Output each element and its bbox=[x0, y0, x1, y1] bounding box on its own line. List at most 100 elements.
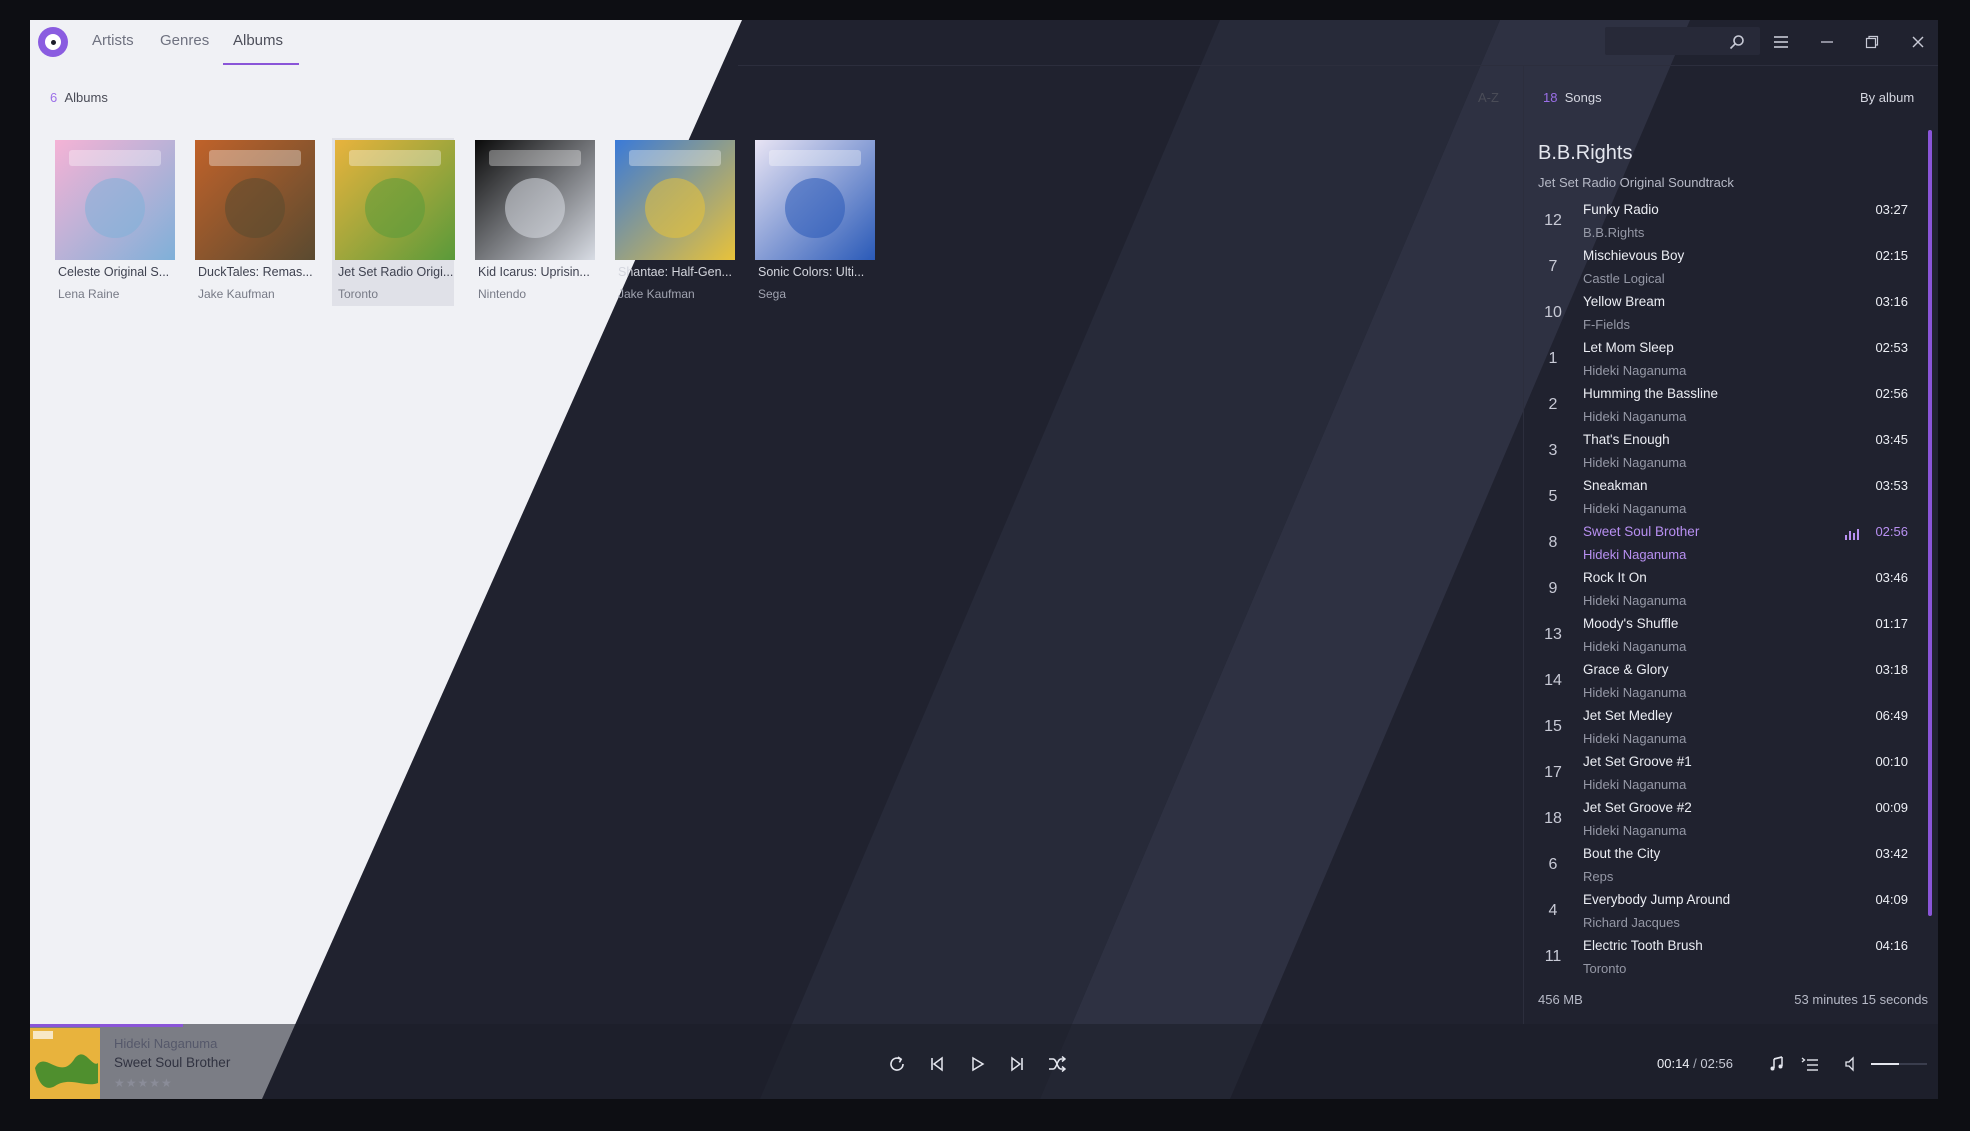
song-row[interactable]: 6 Bout the City Reps 03:42 bbox=[1523, 844, 1938, 890]
song-title: Yellow Bream bbox=[1583, 294, 1666, 309]
song-row[interactable]: 18 Jet Set Groove #2 Hideki Naganuma 00:09 bbox=[1523, 798, 1938, 844]
albums-sort-toggle[interactable]: A-Z bbox=[1478, 90, 1499, 105]
album-title: Kid Icarus: Uprisin... bbox=[478, 265, 590, 279]
search-icon[interactable] bbox=[1727, 32, 1747, 52]
playback-progress-bar[interactable] bbox=[30, 1024, 183, 1027]
song-title: Jet Set Groove #1 bbox=[1583, 754, 1692, 769]
song-duration: 03:27 bbox=[1875, 202, 1908, 217]
song-row[interactable]: 1 Let Mom Sleep Hideki Naganuma 02:53 bbox=[1523, 338, 1938, 384]
album-art bbox=[615, 140, 735, 260]
album-card[interactable]: DuckTales: Remas... Jake Kaufman bbox=[192, 138, 315, 306]
album-art bbox=[475, 140, 595, 260]
song-duration: 06:49 bbox=[1875, 708, 1908, 723]
volume-icon[interactable] bbox=[1840, 1052, 1864, 1076]
album-artist: Jake Kaufman bbox=[198, 287, 275, 301]
music-note-icon[interactable] bbox=[1765, 1052, 1789, 1076]
albums-count-number: 6 bbox=[50, 90, 58, 105]
previous-icon[interactable] bbox=[925, 1052, 949, 1076]
song-row[interactable]: 7 Mischievous Boy Castle Logical 02:15 bbox=[1523, 246, 1938, 292]
song-row[interactable]: 5 Sneakman Hideki Naganuma 03:53 bbox=[1523, 476, 1938, 522]
song-artist: Reps bbox=[1583, 869, 1614, 884]
album-artist: Jake Kaufman bbox=[618, 287, 695, 301]
close-icon[interactable] bbox=[1908, 32, 1928, 52]
repeat-icon[interactable] bbox=[885, 1052, 909, 1076]
song-duration: 03:45 bbox=[1875, 432, 1908, 447]
song-duration: 03:16 bbox=[1875, 294, 1908, 309]
next-icon[interactable] bbox=[1005, 1052, 1029, 1076]
song-title: Funky Radio bbox=[1583, 202, 1659, 217]
active-tab-indicator bbox=[223, 63, 299, 65]
track-number: 14 bbox=[1544, 672, 1562, 689]
song-artist: B.B.Rights bbox=[1583, 225, 1645, 240]
song-title: Jet Set Medley bbox=[1583, 708, 1673, 723]
album-title: Celeste Original S... bbox=[58, 265, 170, 279]
library-size: 456 MB bbox=[1538, 992, 1583, 1007]
track-number: 10 bbox=[1544, 304, 1562, 321]
song-duration: 03:18 bbox=[1875, 662, 1908, 677]
queue-icon[interactable] bbox=[1798, 1052, 1822, 1076]
album-card[interactable]: Sonic Colors: Ulti... Sega bbox=[752, 138, 875, 306]
album-title: Shantae: Half-Gen... bbox=[618, 265, 732, 279]
song-artist: Toronto bbox=[1583, 961, 1627, 976]
track-number: 18 bbox=[1544, 810, 1562, 827]
song-row[interactable]: 11 Electric Tooth Brush Toronto 04:16 bbox=[1523, 936, 1938, 982]
song-artist: Hideki Naganuma bbox=[1583, 409, 1687, 424]
songs-count-label: Songs bbox=[1564, 90, 1602, 105]
albums-count-label: Albums bbox=[64, 90, 108, 105]
songs-sort-toggle[interactable]: By album bbox=[1860, 90, 1914, 105]
song-artist: Castle Logical bbox=[1583, 271, 1665, 286]
album-title: Sonic Colors: Ulti... bbox=[758, 265, 865, 279]
song-row[interactable]: 9 Rock It On Hideki Naganuma 03:46 bbox=[1523, 568, 1938, 614]
track-number: 15 bbox=[1544, 718, 1562, 735]
song-duration: 02:53 bbox=[1875, 340, 1908, 355]
song-row[interactable]: 10 Yellow Bream F-Fields 03:16 bbox=[1523, 292, 1938, 338]
track-number: 2 bbox=[1548, 396, 1558, 413]
song-row-playing[interactable]: 8 Sweet Soul Brother Hideki Naganuma 02:56 bbox=[1523, 522, 1938, 568]
song-row[interactable]: 14 Grace & Glory Hideki Naganuma 03:18 bbox=[1523, 660, 1938, 706]
album-card[interactable]: Shantae: Half-Gen... Jake Kaufman bbox=[612, 138, 735, 306]
album-artist: Toronto bbox=[338, 287, 379, 301]
song-artist: Richard Jacques bbox=[1583, 915, 1680, 930]
song-artist: Hideki Naganuma bbox=[1583, 777, 1687, 792]
album-art bbox=[55, 140, 175, 260]
albums-count: 6 Albums bbox=[50, 90, 108, 105]
volume-slider[interactable] bbox=[1871, 1063, 1927, 1065]
song-title: Bout the City bbox=[1583, 846, 1661, 861]
song-duration: 04:09 bbox=[1875, 892, 1908, 907]
shuffle-icon[interactable] bbox=[1045, 1052, 1069, 1076]
restore-icon[interactable] bbox=[1862, 32, 1882, 52]
app-logo bbox=[38, 27, 68, 57]
album-card[interactable]: Jet Set Radio Origi... Toronto bbox=[332, 138, 455, 306]
song-duration: 02:56 bbox=[1875, 386, 1908, 401]
song-duration: 03:53 bbox=[1875, 478, 1908, 493]
song-duration: 04:16 bbox=[1875, 938, 1908, 953]
song-row[interactable]: 3 That's Enough Hideki Naganuma 03:45 bbox=[1523, 430, 1938, 476]
song-list: 12 Funky Radio B.B.Rights 03:27 7 Mischievous… bbox=[1523, 200, 1938, 988]
song-title: Humming the Bassline bbox=[1583, 386, 1719, 401]
album-group-subtitle: Jet Set Radio Original Soundtrack bbox=[1538, 175, 1734, 190]
song-title: Mischievous Boy bbox=[1583, 248, 1685, 263]
song-row[interactable]: 4 Everybody Jump Around Richard Jacques 04:… bbox=[1523, 890, 1938, 936]
song-row[interactable]: 13 Moody's Shuffle Hideki Naganuma 01:17 bbox=[1523, 614, 1938, 660]
song-row[interactable]: 12 Funky Radio B.B.Rights 03:27 bbox=[1523, 200, 1938, 246]
song-row[interactable]: 2 Humming the Bassline Hideki Naganuma 02:5… bbox=[1523, 384, 1938, 430]
album-card[interactable]: Celeste Original S... Lena Raine bbox=[52, 138, 175, 306]
tab-artists[interactable]: Artists bbox=[92, 20, 134, 66]
song-list-scrollbar[interactable] bbox=[1928, 130, 1932, 916]
current-time: 00:14 bbox=[1657, 1056, 1690, 1071]
tab-albums[interactable]: Albums bbox=[233, 20, 283, 66]
track-number: 4 bbox=[1548, 902, 1558, 919]
tab-genres[interactable]: Genres bbox=[160, 20, 209, 66]
menu-icon[interactable] bbox=[1771, 32, 1791, 52]
rating-stars[interactable]: ★★★★★ bbox=[114, 1076, 173, 1090]
track-number: 8 bbox=[1548, 534, 1558, 551]
song-duration: 02:15 bbox=[1875, 248, 1908, 263]
song-duration: 00:09 bbox=[1875, 800, 1908, 815]
album-card[interactable]: Kid Icarus: Uprisin... Nintendo bbox=[472, 138, 595, 306]
play-icon[interactable] bbox=[965, 1052, 989, 1076]
minimize-icon[interactable] bbox=[1817, 32, 1837, 52]
track-number: 1 bbox=[1548, 350, 1558, 367]
song-row[interactable]: 17 Jet Set Groove #1 Hideki Naganuma 00:10 bbox=[1523, 752, 1938, 798]
song-row[interactable]: 15 Jet Set Medley Hideki Naganuma 06:49 bbox=[1523, 706, 1938, 752]
song-title: That's Enough bbox=[1583, 432, 1670, 447]
